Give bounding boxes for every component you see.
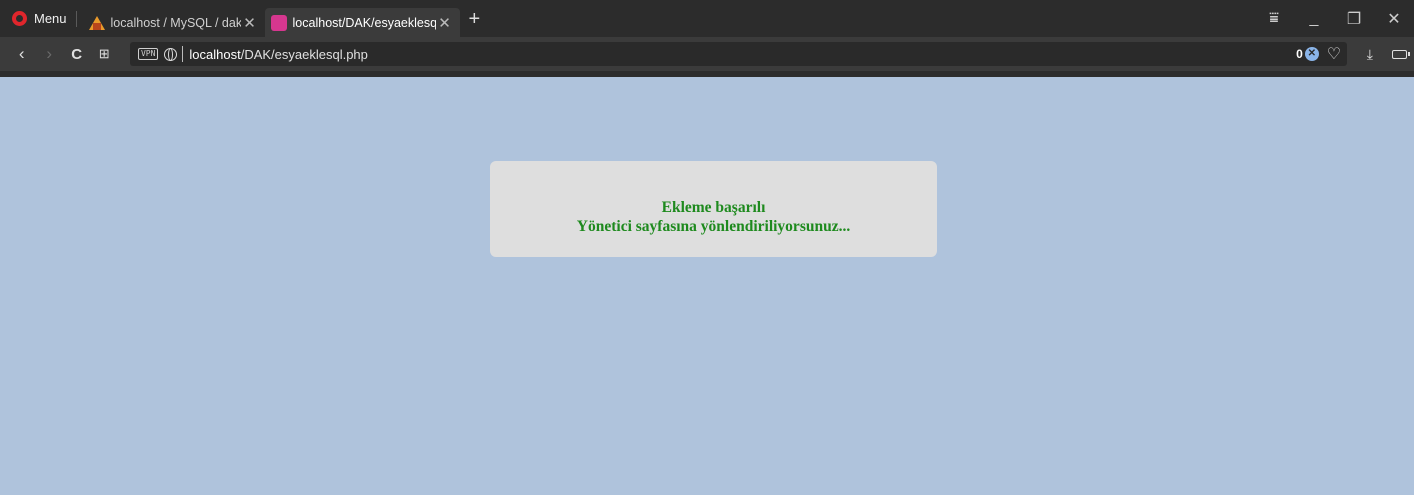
forward-icon[interactable]: › xyxy=(35,44,62,64)
minimize-icon[interactable]: _ xyxy=(1294,10,1334,28)
tab-title: localhost / MySQL / dak / xyxy=(110,15,241,30)
address-bar-row: ‹ › C ⊞ VPN localhost/DAK/esyaeklesql.ph… xyxy=(0,37,1414,71)
chrome-divider xyxy=(0,71,1414,77)
status-message-box: Ekleme başarılı Yönetici sayfasına yönle… xyxy=(490,161,937,257)
tab-esyaeklesql[interactable]: localhost/DAK/esyaeklesql ✕ xyxy=(264,8,460,37)
reload-icon[interactable]: C xyxy=(63,46,90,63)
tab-title: localhost/DAK/esyaeklesql xyxy=(292,15,436,30)
new-tab-button[interactable]: + xyxy=(469,9,481,29)
opera-logo-icon xyxy=(12,11,27,26)
restore-icon[interactable]: ❐ xyxy=(1334,9,1374,29)
ad-blocker-icon[interactable]: ✕ xyxy=(1304,47,1319,61)
speed-dial-icon[interactable]: ⊞ xyxy=(90,46,117,62)
url-field[interactable]: VPN localhost/DAK/esyaeklesql.php 0 ✕ ♡ xyxy=(129,42,1348,66)
opera-menu-button[interactable]: Menu xyxy=(0,0,76,37)
phpmyadmin-icon xyxy=(88,15,105,31)
redirect-message: Yönetici sayfasına yönlendiriliyorsunuz.… xyxy=(576,218,851,235)
heart-icon[interactable]: ♡ xyxy=(1327,44,1341,64)
url-path: /DAK/esyaeklesql.php xyxy=(240,46,368,62)
battery-saver-icon[interactable] xyxy=(1385,46,1414,62)
page-favicon-icon xyxy=(270,14,287,31)
success-message: Ekleme başarılı xyxy=(661,199,766,216)
globe-icon[interactable] xyxy=(164,47,178,61)
tab-phpmyadmin[interactable]: localhost / MySQL / dak / ✕ xyxy=(83,8,265,37)
vpn-badge[interactable]: VPN xyxy=(137,48,159,60)
close-tab-icon[interactable]: ✕ xyxy=(436,14,454,32)
tracker-count: 0 xyxy=(1296,47,1303,61)
menu-label: Menu xyxy=(34,11,67,26)
tab-separator xyxy=(75,10,77,27)
download-icon[interactable]: ⤓ xyxy=(1355,46,1384,63)
window-controls: ⩸ _ ❐ ✕ xyxy=(1254,0,1414,37)
url-host: localhost xyxy=(189,46,241,62)
back-icon[interactable]: ‹ xyxy=(8,44,35,64)
tab-bar: Menu localhost / MySQL / dak / ✕ localho… xyxy=(0,0,1414,37)
browser-chrome: Menu localhost / MySQL / dak / ✕ localho… xyxy=(0,0,1414,77)
tab-menu-icon[interactable]: ⩸ xyxy=(1254,10,1294,28)
url-separator xyxy=(182,46,184,62)
url-right-controls: 0 ✕ ♡ xyxy=(1296,44,1341,64)
close-tab-icon[interactable]: ✕ xyxy=(241,14,259,32)
close-window-icon[interactable]: ✕ xyxy=(1374,9,1414,29)
